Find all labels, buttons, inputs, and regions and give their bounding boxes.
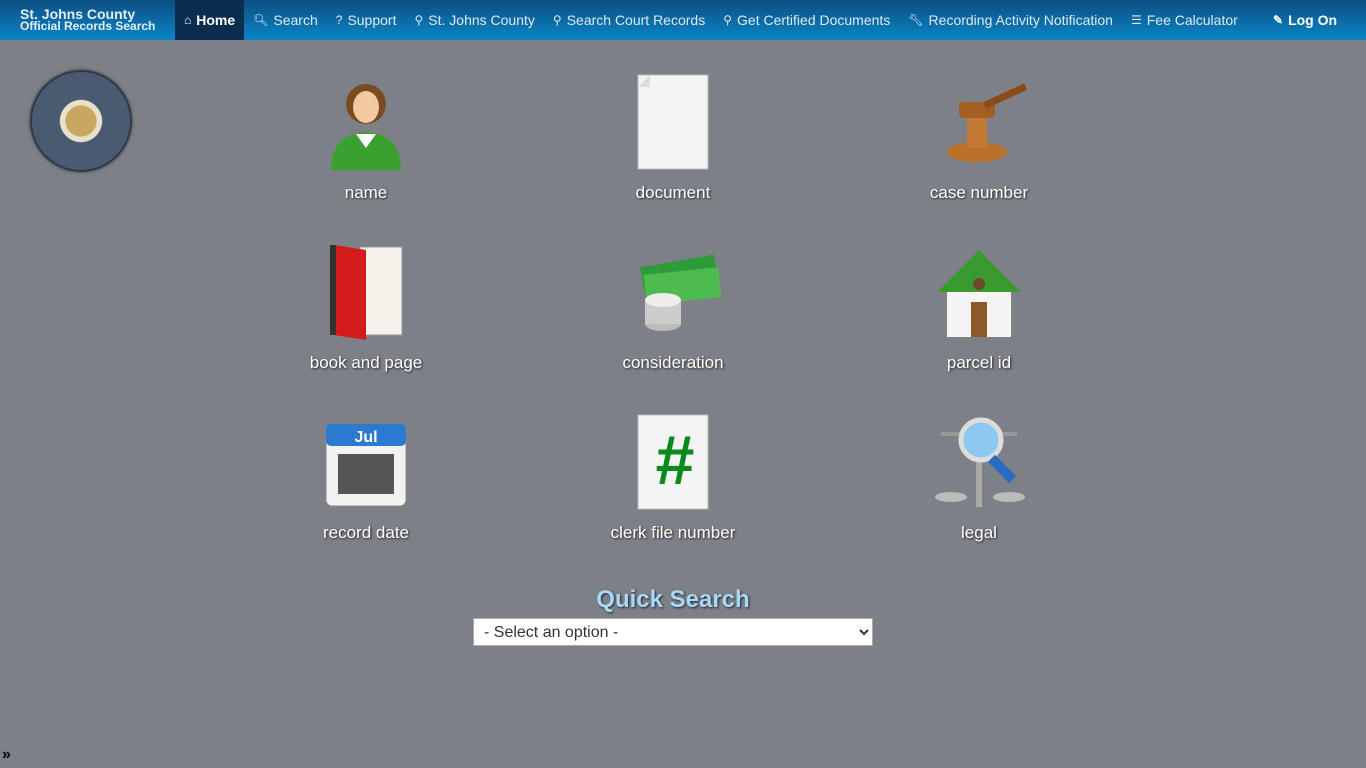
tile-label: record date [323, 523, 409, 542]
pencil-icon: ✎ [1273, 13, 1284, 27]
search-tile-document[interactable]: document [573, 72, 773, 203]
search-tile-case-number[interactable]: case number [879, 72, 1079, 203]
tile-label: consideration [622, 353, 724, 372]
search-tile-record-date[interactable]: Jul record date [266, 412, 466, 543]
map-marker-icon: ⚲ [723, 13, 733, 27]
book-icon [330, 245, 403, 340]
calendar-icon: Jul [325, 423, 407, 507]
document-icon [637, 74, 709, 170]
tile-label: book and page [309, 353, 423, 372]
nav-search[interactable]: 🔍︎ Search [244, 0, 327, 40]
top-navbar: St. Johns County Official Records Search… [0, 0, 1366, 40]
nav-support[interactable]: ? Support [327, 0, 406, 40]
svg-text:#: # [656, 421, 695, 499]
question-icon: ? [335, 13, 343, 27]
quick-search-select[interactable]: - Select an option - [473, 618, 873, 646]
nav-recording-activity-notification[interactable]: 🔧︎ Recording Activity Notification [899, 0, 1122, 40]
sidebar-toggle[interactable]: » [2, 746, 11, 764]
home-icon: ⌂ [184, 13, 192, 27]
map-marker-icon: ⚲ [414, 13, 424, 27]
log-on-link[interactable]: ✎ Log On [1264, 0, 1346, 40]
search-tile-legal[interactable]: legal [879, 412, 1079, 543]
map-marker-icon: ⚲ [552, 13, 562, 27]
nav-home[interactable]: ⌂ Home [175, 0, 245, 40]
money-icon [639, 254, 722, 331]
person-icon [331, 84, 401, 170]
tile-label: case number [929, 183, 1029, 202]
brand[interactable]: St. Johns County Official Records Search [0, 7, 175, 32]
search-icon: 🔍︎ [253, 13, 269, 27]
nav-get-certified-documents[interactable]: ⚲ Get Certified Documents [714, 0, 899, 40]
tile-label: parcel id [946, 353, 1012, 372]
nav-search-court-records[interactable]: ⚲ Search Court Records [544, 0, 714, 40]
scales-magnifier-icon [935, 417, 1025, 507]
search-tile-parcel-id[interactable]: parcel id [879, 242, 1079, 373]
tile-label: name [344, 183, 388, 202]
svg-text:Jul: Jul [354, 429, 377, 446]
nav-st-johns-county[interactable]: ⚲ St. Johns County [405, 0, 543, 40]
quick-search-title: Quick Search [596, 586, 750, 613]
search-tile-name[interactable]: name [266, 72, 466, 203]
county-seal-logo [30, 70, 132, 172]
wrench-icon: 🔧︎ [908, 13, 924, 27]
list-icon: ☰ [1130, 13, 1142, 27]
search-tile-book-and-page[interactable]: book and page [266, 242, 466, 373]
gavel-icon [947, 83, 1028, 162]
tile-label: clerk file number [610, 523, 736, 542]
search-tile-consideration[interactable]: consideration [573, 242, 773, 373]
search-tile-clerk-file-number[interactable]: # clerk file number [573, 412, 773, 543]
nav-fee-calculator[interactable]: ☰ Fee Calculator [1122, 0, 1247, 40]
house-icon [937, 250, 1021, 337]
tile-label: legal [961, 523, 997, 542]
tile-label: document [635, 183, 711, 202]
hash-document-icon: # [637, 414, 709, 510]
